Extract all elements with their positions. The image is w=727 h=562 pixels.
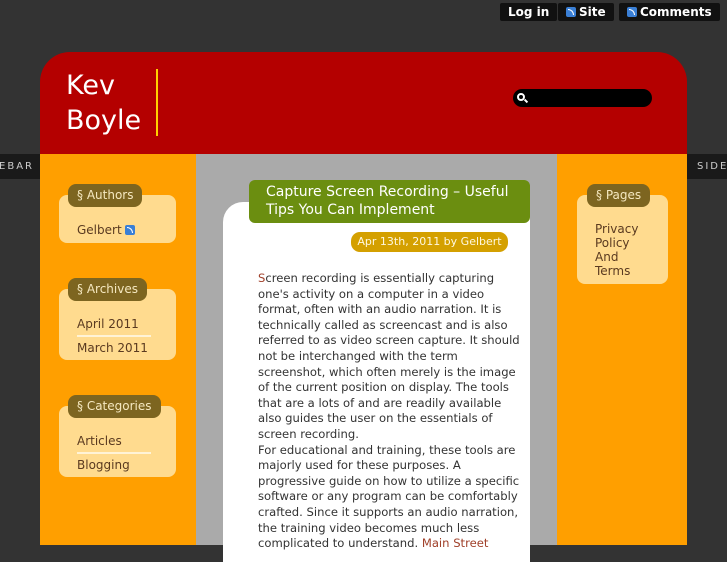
rss-icon bbox=[566, 7, 576, 17]
post-line: that are a lots of and are readily avail… bbox=[258, 396, 518, 412]
post-text: also guides the user on the essentials o… bbox=[258, 411, 493, 426]
comments-feed-label: Comments bbox=[640, 5, 712, 19]
post-line: Screen recording is essentially capturin… bbox=[258, 271, 518, 287]
post-line: also guides the user on the essentials o… bbox=[258, 411, 518, 427]
post-line: of the current position on display. The … bbox=[258, 380, 518, 396]
post-text: software or any program can be comfortab… bbox=[258, 489, 518, 504]
post-line: progressive guide on how to utilize a sp… bbox=[258, 473, 520, 490]
left-sidebar-tab-label: SIDEBAR bbox=[0, 161, 34, 172]
post-text: the training video becomes much less bbox=[258, 520, 480, 535]
post-line: crafted. Since it supports an audio narr… bbox=[258, 505, 518, 521]
post-line: screen recording. bbox=[258, 427, 518, 443]
archive-link[interactable]: March 2011 bbox=[77, 337, 158, 359]
post-text: screenshot, which often merely is the im… bbox=[258, 364, 516, 379]
post-line: screenshot, which often merely is the im… bbox=[258, 365, 518, 381]
post-line: complicated to understand. Main Street bbox=[258, 536, 518, 552]
archives-widget-title: § Archives bbox=[68, 278, 147, 301]
post-title[interactable]: Capture Screen Recording – Useful Tips Y… bbox=[249, 180, 530, 223]
post-text: creen recording is essentially capturing bbox=[265, 271, 495, 285]
rss-icon bbox=[627, 7, 637, 17]
category-link[interactable]: Articles bbox=[77, 430, 151, 454]
post-text: majorly used for these purposes. A bbox=[258, 458, 461, 473]
post-line: software or any program can be comfortab… bbox=[258, 489, 518, 505]
post-line: majorly used for these purposes. A bbox=[258, 458, 518, 474]
post-text: not be interchanged with the term bbox=[258, 348, 458, 363]
main-street-link[interactable]: Main Street bbox=[422, 536, 489, 550]
post-line: referred to as video screen capture. It … bbox=[258, 333, 520, 349]
post-text: format, often with an audio narration. I… bbox=[258, 302, 502, 317]
post-line: the training video becomes much less bbox=[258, 521, 518, 537]
post-line: one's activity on a computer in a video bbox=[258, 287, 518, 303]
post-text: For educational and training, these tool… bbox=[258, 442, 516, 457]
page-link[interactable]: Privacy Policy And Terms bbox=[595, 219, 645, 281]
rss-icon[interactable] bbox=[125, 225, 136, 235]
post-text: complicated to understand. bbox=[258, 536, 419, 551]
site-feed-button[interactable]: Site bbox=[558, 3, 614, 21]
post-line: not be interchanged with the term bbox=[258, 349, 518, 365]
authors-widget-title: § Authors bbox=[68, 184, 143, 207]
post-text: referred to as video screen capture. It … bbox=[258, 333, 520, 348]
post-text: of the current position on display. The … bbox=[258, 380, 509, 395]
post-text: technically called as screencast and is … bbox=[258, 317, 508, 332]
site-header: Kev Boyle bbox=[40, 52, 687, 154]
login-button[interactable]: Log in bbox=[500, 3, 558, 21]
category-link[interactable]: Blogging bbox=[77, 454, 158, 476]
site-title-line2: Boyle bbox=[66, 105, 142, 136]
categories-widget-title: § Categories bbox=[68, 395, 161, 418]
search-icon bbox=[517, 93, 525, 101]
post-text: one's activity on a computer in a video bbox=[258, 286, 485, 301]
author-name: Gelbert bbox=[77, 223, 122, 237]
archive-link[interactable]: April 2011 bbox=[77, 313, 151, 337]
post-line: technically called as screencast and is … bbox=[258, 318, 518, 334]
pages-widget-title: § Pages bbox=[587, 184, 651, 207]
post-text: crafted. Since it supports an audio narr… bbox=[258, 504, 519, 519]
right-sidebar-tab-label: SIDEBAR bbox=[697, 161, 727, 172]
post-text: screen recording. bbox=[258, 426, 359, 441]
right-sidebar-tab[interactable]: SIDEBAR bbox=[687, 154, 727, 179]
title-divider bbox=[156, 69, 158, 136]
post-meta: Apr 13th, 2011 by Gelbert bbox=[351, 232, 508, 252]
left-sidebar-tab[interactable]: SIDEBAR bbox=[0, 154, 40, 179]
post-line: For educational and training, these tool… bbox=[258, 443, 518, 459]
search-input[interactable] bbox=[513, 89, 652, 107]
post-text: that are a lots of and are readily avail… bbox=[258, 395, 502, 410]
site-title[interactable]: Kev Boyle bbox=[66, 68, 141, 138]
author-link[interactable]: Gelbert bbox=[77, 219, 158, 241]
site-feed-label: Site bbox=[579, 5, 606, 19]
post-line: format, often with an audio narration. I… bbox=[258, 302, 518, 318]
site-title-line1: Kev bbox=[66, 70, 115, 101]
post-body: Screen recording is essentially capturin… bbox=[258, 271, 520, 552]
post-text: progressive guide on how to utilize a sp… bbox=[258, 473, 520, 488]
pages-widget: Privacy Policy And Terms bbox=[577, 195, 668, 284]
comments-feed-button[interactable]: Comments bbox=[619, 3, 720, 21]
